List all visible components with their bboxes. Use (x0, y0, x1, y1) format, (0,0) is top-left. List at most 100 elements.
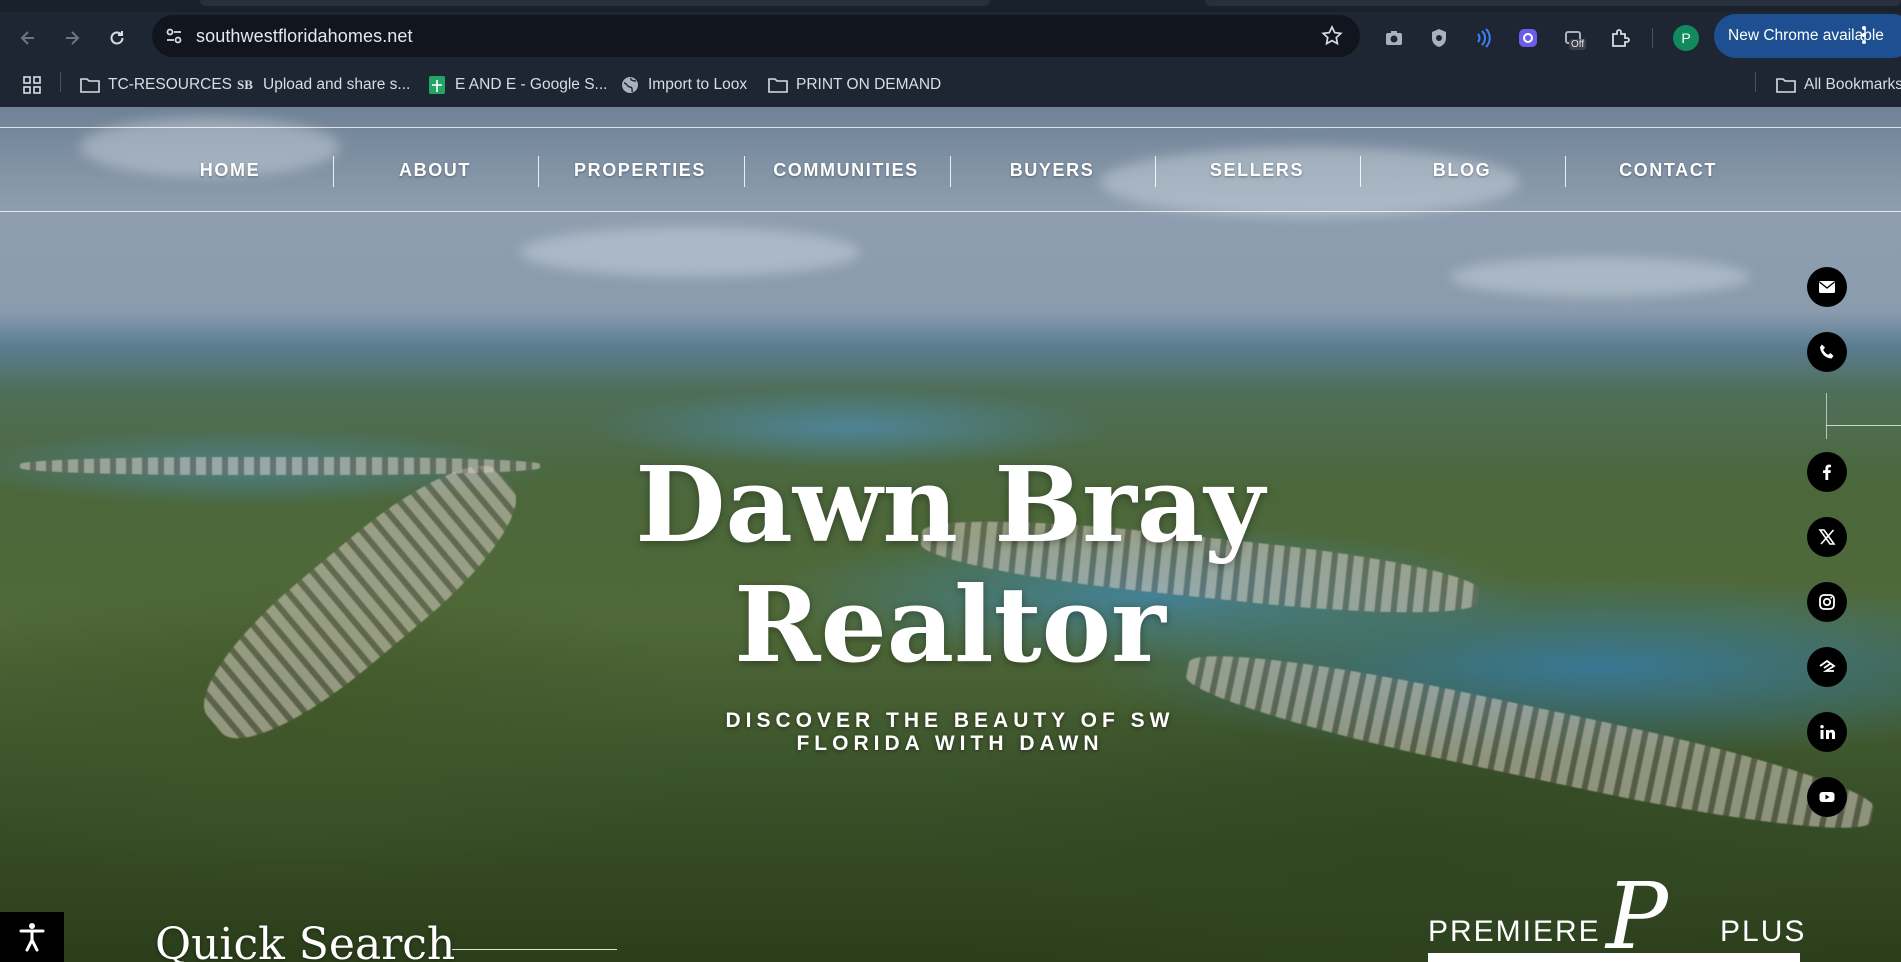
site-info-icon[interactable] (162, 24, 186, 48)
accessibility-icon (19, 923, 45, 952)
shield-extension-icon[interactable] (1426, 25, 1452, 51)
folder-icon (768, 75, 788, 95)
url-text[interactable]: southwestfloridahomes.net (196, 26, 413, 47)
bookmark-label: PRINT ON DEMAND (796, 75, 942, 93)
update-chrome-label: New Chrome available (1728, 27, 1884, 44)
bookmark-item[interactable]: SB Upload and share s... (235, 62, 410, 107)
update-chrome-button[interactable]: New Chrome available (1714, 14, 1901, 58)
reload-icon (110, 31, 124, 45)
accessibility-button[interactable] (0, 912, 64, 962)
forward-button[interactable] (58, 24, 86, 52)
hero-subtitle-line: FLORIDA WITH DAWN (796, 732, 1104, 755)
premiere-plus-logo: PREMIERE P PLUS (1428, 871, 1804, 962)
globe-icon (620, 75, 640, 95)
email-icon (1819, 281, 1835, 293)
nav-properties[interactable]: PROPERTIES (560, 128, 720, 212)
nav-sellers[interactable]: SELLERS (1177, 128, 1337, 212)
back-button[interactable] (14, 24, 42, 52)
bookmarks-bar: TC-RESOURCES SB Upload and share s... E … (0, 62, 1901, 107)
inactive-tab-edge[interactable] (1205, 0, 1901, 6)
sb-logo-icon: SB (237, 76, 253, 92)
zillow-icon (1819, 659, 1836, 672)
bookmark-item[interactable]: PRINT ON DEMAND (768, 62, 941, 107)
bookmark-label: Import to Loox (648, 75, 748, 93)
bookmark-label: Upload and share s... (263, 75, 411, 93)
browser-toolbar: southwestfloridahomes.net Off P New Chro… (0, 12, 1901, 62)
instagram-link[interactable] (1807, 582, 1847, 622)
social-divider (1826, 425, 1901, 426)
nav-divider (333, 156, 334, 187)
bookmark-item[interactable]: TC-RESOURCES (80, 62, 232, 107)
hero-section: HOME ABOUT PROPERTIES COMMUNITIES BUYERS… (0, 107, 1901, 962)
all-bookmarks-label: All Bookmarks (1804, 75, 1901, 93)
x-twitter-link[interactable] (1807, 517, 1847, 557)
toolbar-separator (1652, 28, 1653, 48)
gear-extension-icon[interactable] (1515, 25, 1541, 51)
reload-button[interactable] (103, 24, 131, 52)
hero-title-line: Realtor (734, 563, 1166, 686)
linkedin-link[interactable] (1807, 712, 1847, 752)
hero-title: Dawn Bray Realtor (450, 445, 1450, 685)
address-bar[interactable]: southwestfloridahomes.net (152, 15, 1360, 57)
nav-divider (1565, 156, 1566, 187)
apps-grid-icon (22, 75, 42, 95)
folder-icon (1776, 75, 1796, 95)
cloud (1450, 257, 1750, 297)
logo-monogram: P (1606, 863, 1668, 962)
back-arrow-icon (20, 31, 34, 45)
google-sheets-icon (427, 75, 447, 95)
logo-band (1428, 953, 1800, 962)
linkedin-icon (1820, 725, 1835, 739)
nav-divider (950, 156, 951, 187)
signal-extension-icon[interactable] (1470, 25, 1496, 51)
hero-subtitle: DISCOVER THE BEAUTY OF SW FLORIDA WITH D… (680, 709, 1220, 755)
folder-icon (80, 75, 100, 95)
phone-button[interactable] (1807, 332, 1847, 372)
nav-buyers[interactable]: BUYERS (972, 128, 1132, 212)
extension-off-badge: Off (1569, 39, 1587, 50)
tab-strip (0, 0, 1901, 12)
nav-communities[interactable]: COMMUNITIES (766, 128, 926, 212)
more-menu-icon[interactable] (1862, 25, 1866, 45)
bookmark-item[interactable]: E AND E - Google S... (427, 62, 607, 107)
quick-search-rule (452, 949, 617, 950)
nav-divider (538, 156, 539, 187)
bookmark-star-icon[interactable] (1320, 24, 1344, 48)
bookmark-item[interactable]: Import to Loox (620, 62, 747, 107)
facebook-icon (1823, 464, 1831, 480)
social-divider (1826, 393, 1827, 439)
email-button[interactable] (1807, 267, 1847, 307)
forward-arrow-icon (66, 31, 80, 45)
active-tab-edge[interactable] (200, 0, 990, 6)
apps-button[interactable] (22, 62, 50, 107)
zillow-link[interactable] (1807, 647, 1847, 687)
ad-block-extension-icon[interactable]: Off (1561, 25, 1587, 51)
nav-about[interactable]: ABOUT (355, 128, 515, 212)
all-bookmarks-button[interactable]: All Bookmarks (1776, 62, 1901, 107)
nav-divider (1155, 156, 1156, 187)
extensions-puzzle-icon[interactable] (1607, 25, 1633, 51)
hero-title-line: Dawn Bray (635, 443, 1265, 566)
bookmarks-separator (60, 72, 61, 92)
logo-word-left: PREMIERE (1428, 915, 1601, 948)
nav-contact[interactable]: CONTACT (1588, 128, 1748, 212)
screenshot-extension-icon[interactable] (1381, 25, 1407, 51)
nav-blog[interactable]: BLOG (1382, 128, 1542, 212)
bookmark-label: E AND E - Google S... (455, 75, 608, 93)
hero-subtitle-line: DISCOVER THE BEAUTY OF SW (725, 709, 1175, 732)
nav-divider (1360, 156, 1361, 187)
nav-home[interactable]: HOME (150, 128, 310, 212)
x-twitter-icon (1818, 529, 1836, 545)
instagram-icon (1819, 594, 1835, 610)
quick-search-heading: Quick Search (155, 919, 456, 962)
logo-word-right: PLUS (1720, 915, 1807, 948)
phone-icon (1820, 344, 1834, 359)
profile-avatar[interactable]: P (1673, 25, 1699, 51)
youtube-link[interactable] (1807, 777, 1847, 817)
cloud (520, 227, 860, 277)
bookmarks-separator (1755, 72, 1756, 92)
main-navigation: HOME ABOUT PROPERTIES COMMUNITIES BUYERS… (0, 128, 1901, 212)
youtube-icon (1819, 792, 1835, 802)
nav-divider (744, 156, 745, 187)
facebook-link[interactable] (1807, 452, 1847, 492)
